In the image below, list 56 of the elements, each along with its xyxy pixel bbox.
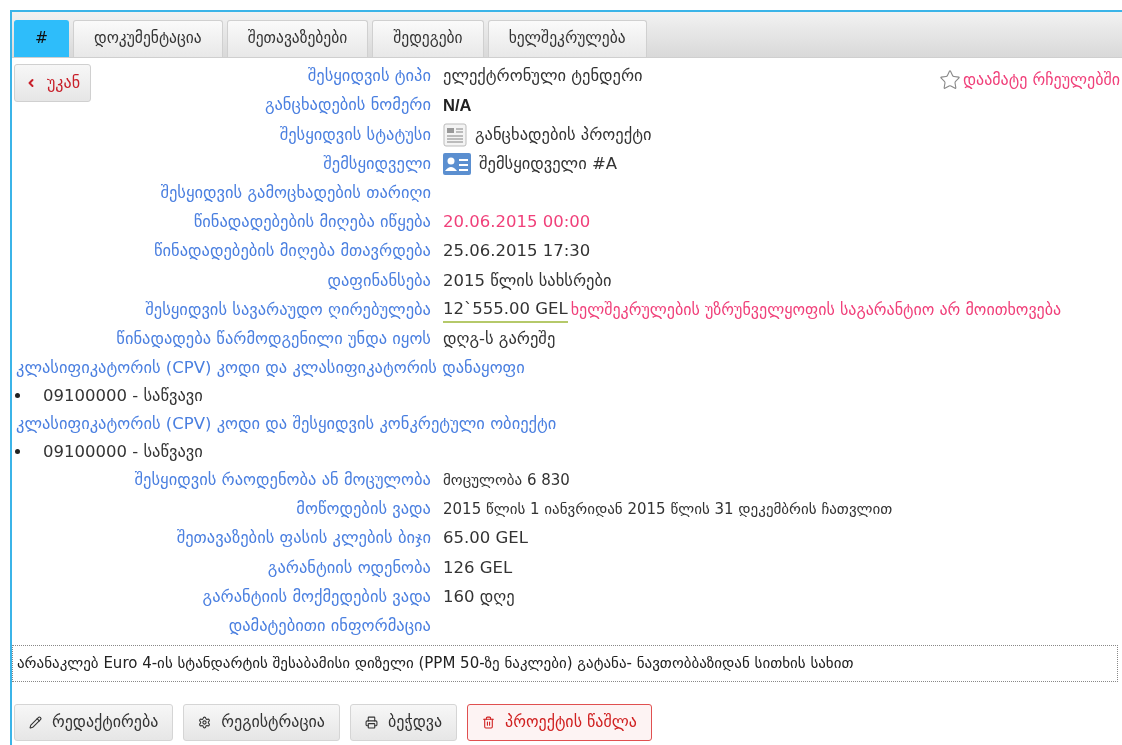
action-button[interactable]: რეგისტრაცია — [183, 703, 340, 741]
field-label: გარანტიის ოდენობა — [267, 556, 431, 579]
field-label: შესყიდვის რაოდენობა ან მოცულობა — [134, 469, 431, 492]
pencil-icon — [29, 715, 42, 729]
field-value: განცხადების პროექტი — [475, 123, 652, 146]
tab[interactable]: შედეგები — [372, 20, 484, 57]
add-to-favorites-link[interactable]: დაამატე რჩეულებში — [938, 68, 1120, 92]
field-label: მოწოდების ვადა — [296, 498, 431, 521]
field-label: წინადადებების მიღება მთავრდება — [154, 240, 431, 263]
action-button[interactable]: ბეჭდვა — [349, 703, 458, 741]
field-value: მოცულობა 6 830 — [443, 470, 570, 492]
field-value: 12`555.00 GEL — [443, 296, 568, 324]
field-value: 160 დღე — [443, 585, 515, 608]
field-label: შესყიდვის სტატუსი — [279, 123, 431, 146]
field-value: 20.06.2015 00:00 — [443, 211, 591, 234]
back-button[interactable]: უკან — [14, 64, 91, 102]
description-box: არანაკლებ Euro 4-ის სტანდარტის შესაბამისი დიზელი (PPM 50-ზე ნაკლები) გატანა- ნავთობბაზიდან სითხის სახით — [12, 645, 1118, 682]
tab[interactable]: დოკუმენტაცია — [73, 20, 223, 57]
gear-icon — [198, 715, 212, 729]
id-card-icon — [443, 153, 471, 176]
field-value: ელექტრონული ტენდერი — [443, 65, 643, 88]
section-heading: კლასიფიკატორის (CPV) კოდი და შესყიდვის კონკრეტული ობიექტი — [16, 412, 557, 435]
field-value: დღგ-ს გარეშე — [443, 327, 556, 350]
field-label: შესყიდვის ტიპი — [307, 65, 431, 88]
field-label: შემსყიდველი — [323, 152, 431, 175]
printer-icon — [364, 715, 378, 729]
field-label: შეთავაზების ფასის კლების ბიჯი — [176, 527, 431, 550]
field-label: წინადადებების მიღება იწყება — [193, 211, 431, 234]
trash-icon — [482, 715, 496, 729]
field-value: 2015 წლის 1 იანვრიდან 2015 წლის 31 დეკემბრის ჩათვლით — [443, 499, 893, 521]
field-label: შესყიდვის სავარაუდო ღირებულება — [145, 298, 431, 321]
field-label: შესყიდვის გამოცხადების თარიღი — [160, 181, 431, 204]
list-item: 09100000 - საწვავი — [43, 440, 203, 463]
field-label: წინადადება წარმოდგენილი უნდა იყოს — [116, 327, 431, 350]
field-label: დამატებითი ინფორმაცია — [228, 615, 431, 638]
field-label: დაფინანსება — [327, 269, 431, 292]
field-value: შემსყიდველი #A — [479, 152, 618, 175]
field-value: 25.06.2015 17:30 — [443, 240, 591, 263]
bullet-icon — [15, 449, 20, 455]
field-value: 126 GEL — [443, 556, 513, 579]
action-button[interactable]: რედაქტირება — [14, 703, 174, 741]
star-icon — [938, 69, 961, 91]
section-heading: კლასიფიკატორის (CPV) კოდი და კლასიფიკატორის დანაყოფი — [16, 356, 525, 379]
tab[interactable]: ხელშეკრულება — [487, 20, 647, 57]
field-value: N/A — [443, 95, 472, 117]
document-icon — [443, 122, 467, 147]
field-label: გარანტიის მოქმედების ვადა — [202, 585, 431, 608]
field-value: 2015 წლის სახსრები — [443, 269, 612, 292]
tab[interactable]: შეთავაზებები — [226, 20, 369, 57]
field-value: 65.00 GEL — [443, 527, 528, 550]
tab[interactable]: # — [14, 20, 69, 57]
warning-note: ხელშეკრულების უზრუნველყოფის საგარანტიო არ მოითხოვება — [570, 299, 1062, 322]
action-button[interactable]: პროექტის წაშლა — [467, 703, 652, 741]
bullet-icon — [15, 393, 20, 399]
field-label: განცხადების ნომერი — [264, 94, 431, 117]
list-item: 09100000 - საწვავი — [43, 384, 203, 407]
